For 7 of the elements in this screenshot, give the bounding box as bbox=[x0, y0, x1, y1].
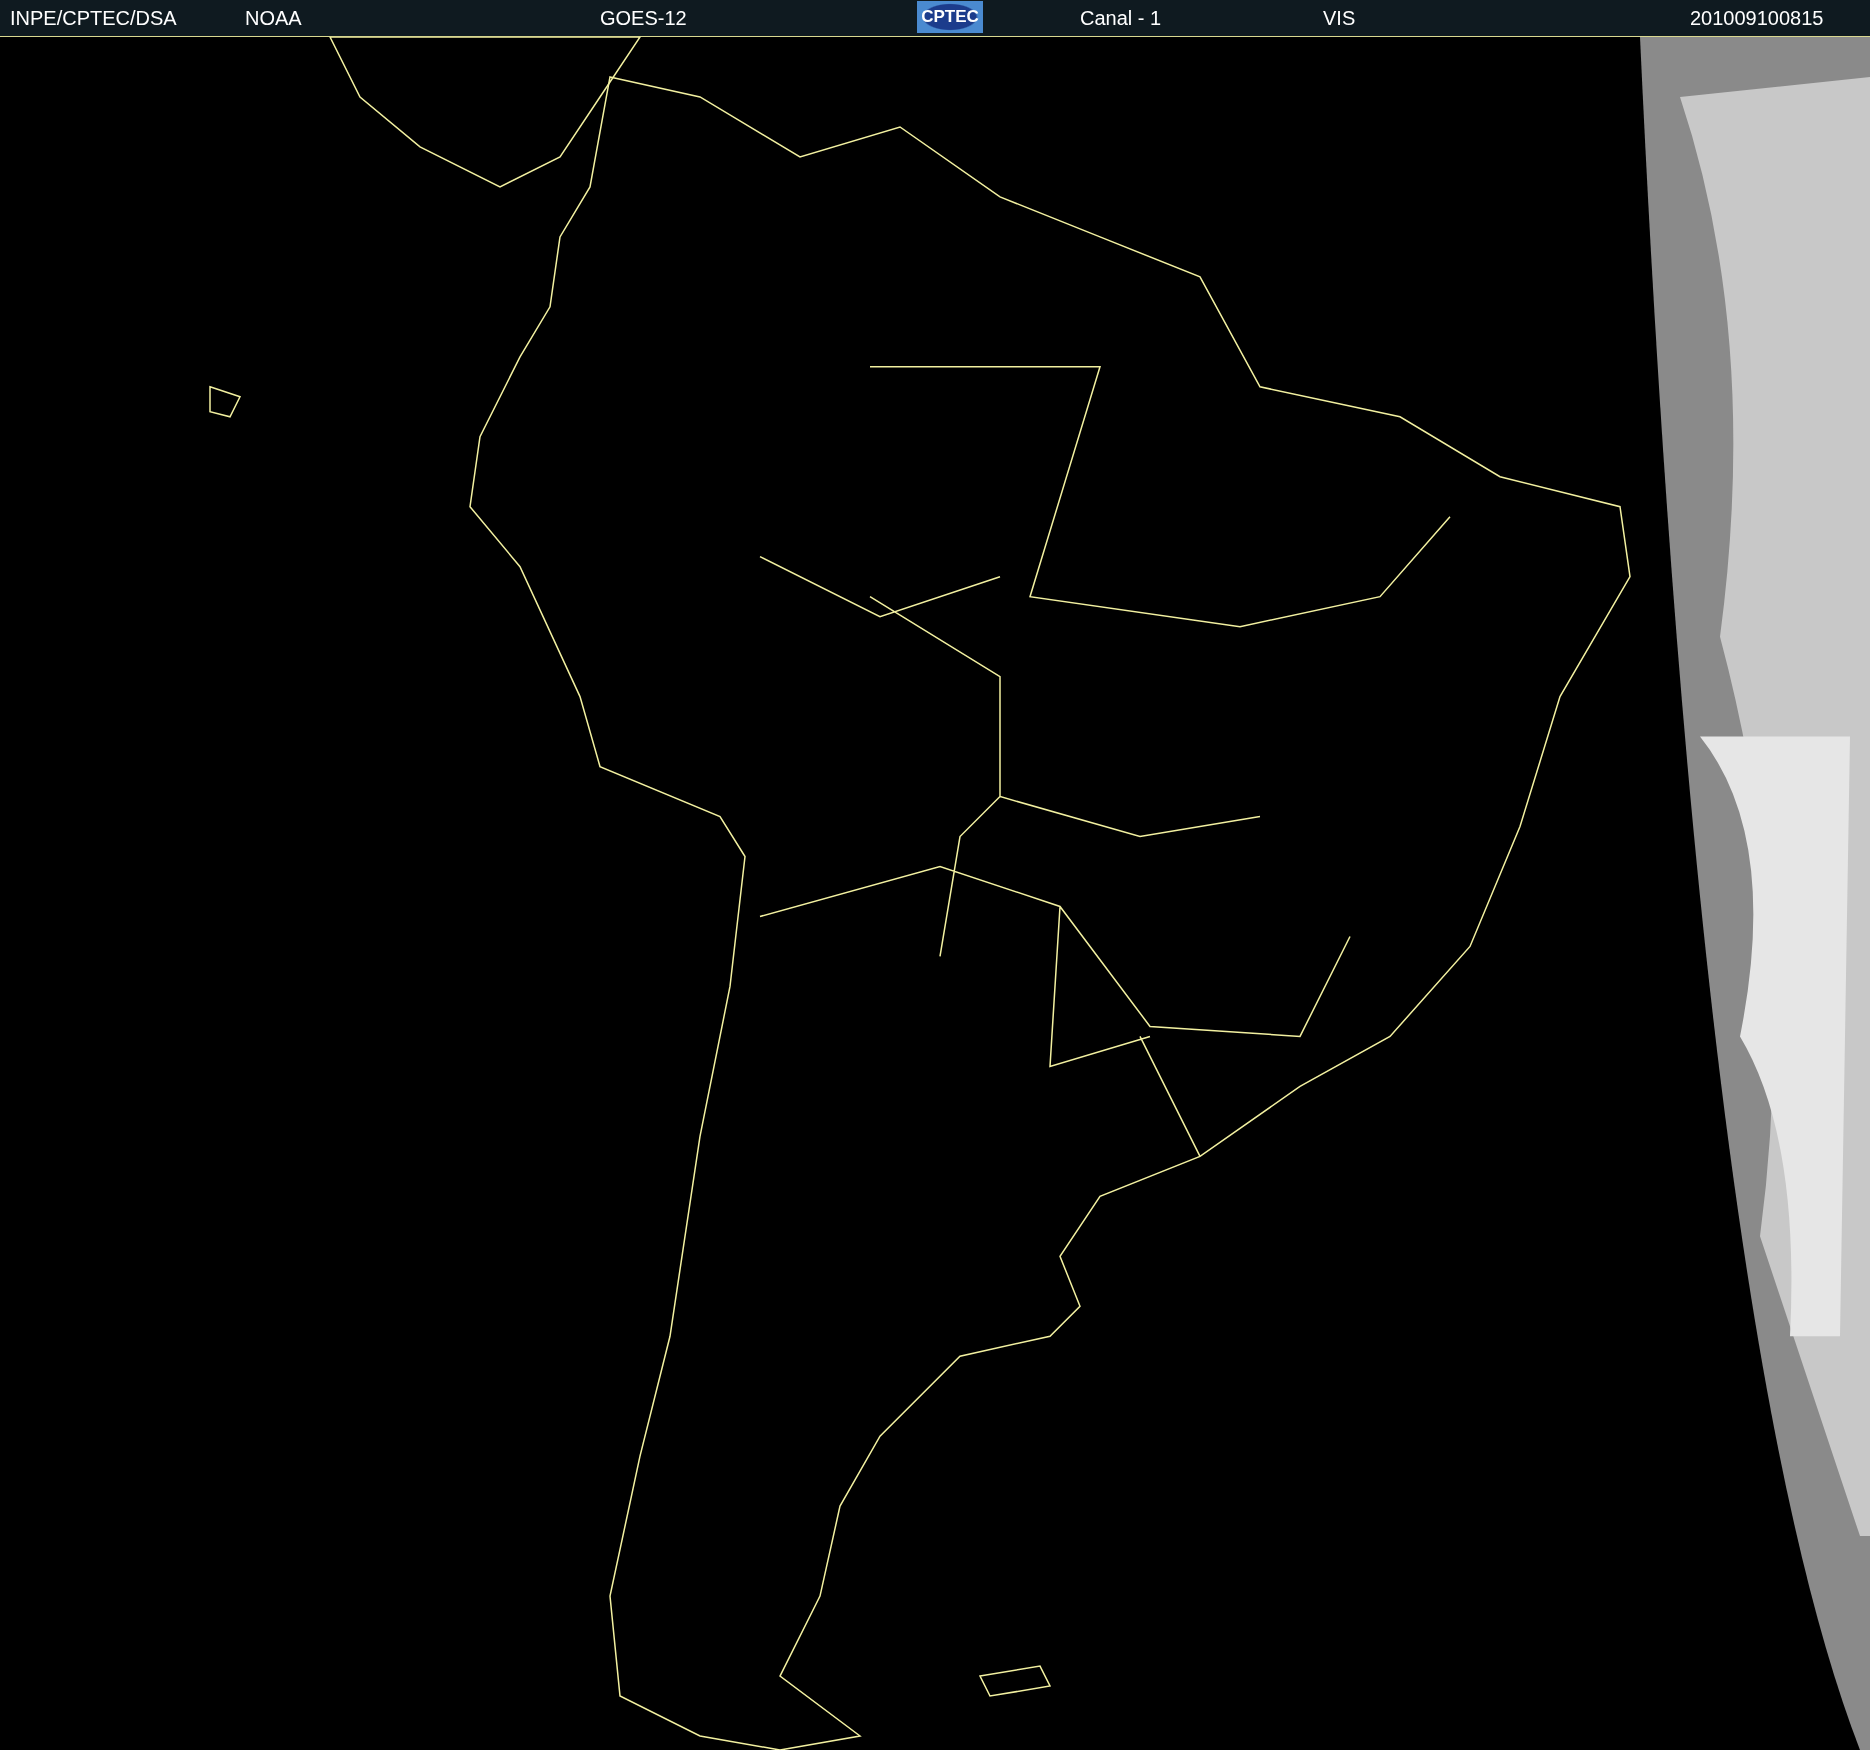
header-label: VIS bbox=[1323, 7, 1356, 30]
logo: CPTEC bbox=[917, 1, 983, 33]
header-label: 201009100815 bbox=[1690, 7, 1824, 30]
header-label: Canal - 1 bbox=[1080, 7, 1162, 30]
header-label: INPE/CPTEC/DSA bbox=[10, 7, 177, 30]
header-label: GOES-12 bbox=[600, 7, 687, 30]
header-label: NOAA bbox=[245, 7, 302, 30]
